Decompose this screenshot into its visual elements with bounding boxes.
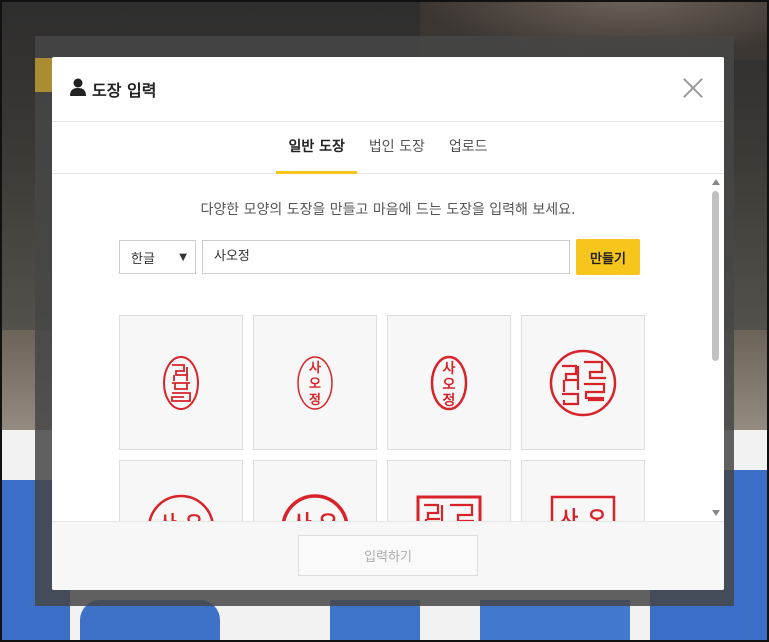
tab-general-stamp[interactable]: 일반 도장: [276, 122, 358, 174]
dialog-body: 다양한 모양의 도장을 만들고 마음에 드는 도장을 입력해 보세요. 한글 ▼…: [52, 173, 724, 522]
dialog-footer: 입력하기: [52, 521, 724, 590]
stamp-char: 사: [309, 360, 321, 376]
stamp-char: 사: [443, 361, 456, 377]
tab-upload[interactable]: 업로드: [437, 122, 500, 173]
stamp-char: 정: [309, 392, 321, 408]
dialog-title: 도장 입력: [70, 77, 156, 101]
stamp-form: 한글 ▼ 사오정 만들기: [119, 239, 640, 275]
stamp-option-4[interactable]: [521, 315, 645, 450]
stamp-circle-seal-icon: [549, 349, 617, 416]
scroll-up-icon[interactable]: [712, 179, 720, 185]
dialog-title-text: 도장 입력: [92, 81, 157, 100]
stamp-circle-plain-icon: 사 오 정: [148, 494, 214, 522]
stamp-char: 사: [560, 506, 579, 523]
stamp-option-7[interactable]: [387, 460, 511, 522]
stamp-option-8[interactable]: 사 오 정: [521, 460, 645, 522]
stamp-option-3[interactable]: 사 오 정: [387, 315, 511, 450]
scrollbar[interactable]: [708, 173, 724, 522]
stamp-option-1[interactable]: [119, 315, 243, 450]
stamp-option-5[interactable]: 사 오 정: [119, 460, 243, 522]
stamp-grid: 사 오 정 사 오 정 사 오 사 오: [119, 315, 645, 522]
stamp-input-dialog: 도장 입력 일반 도장 법인 도장 업로드 다양한 모양의 도장을 만들고 마음…: [52, 57, 724, 590]
user-icon: [70, 78, 86, 100]
make-button[interactable]: 만들기: [576, 239, 640, 275]
close-icon[interactable]: [682, 77, 704, 99]
stamp-char: 정: [443, 392, 456, 409]
stamp-char: 오: [309, 377, 321, 392]
stamp-oval-bold-icon: 사 오 정: [430, 355, 468, 410]
stamp-oval-seal-icon: [163, 355, 199, 410]
scroll-down-icon[interactable]: [712, 510, 720, 516]
tab-corporate-stamp[interactable]: 법인 도장: [357, 122, 437, 173]
language-select[interactable]: 한글 ▼: [119, 240, 196, 274]
stamp-option-2[interactable]: 사 오 정: [253, 315, 377, 450]
stamp-circle-bold-icon: 사 오 정: [281, 493, 349, 522]
caret-down-icon: ▼: [179, 251, 187, 263]
scroll-thumb[interactable]: [712, 191, 719, 361]
stamp-square-plain-icon: 사 오 정: [550, 495, 616, 523]
stamp-type-tabs: 일반 도장 법인 도장 업로드: [52, 122, 724, 174]
stamp-option-6[interactable]: 사 오 정: [253, 460, 377, 522]
description-text: 다양한 모양의 도장을 만들고 마음에 드는 도장을 입력해 보세요.: [200, 202, 576, 218]
stamp-square-seal-icon: [416, 495, 482, 522]
stamp-char: 오: [443, 377, 456, 393]
dialog-header: 도장 입력: [52, 57, 724, 122]
stamp-char: 오: [588, 506, 606, 523]
name-input[interactable]: 사오정: [202, 240, 570, 274]
submit-button[interactable]: 입력하기: [298, 535, 478, 576]
language-select-value: 한글: [131, 251, 155, 267]
stamp-oval-plain-icon: 사 오 정: [297, 355, 333, 410]
